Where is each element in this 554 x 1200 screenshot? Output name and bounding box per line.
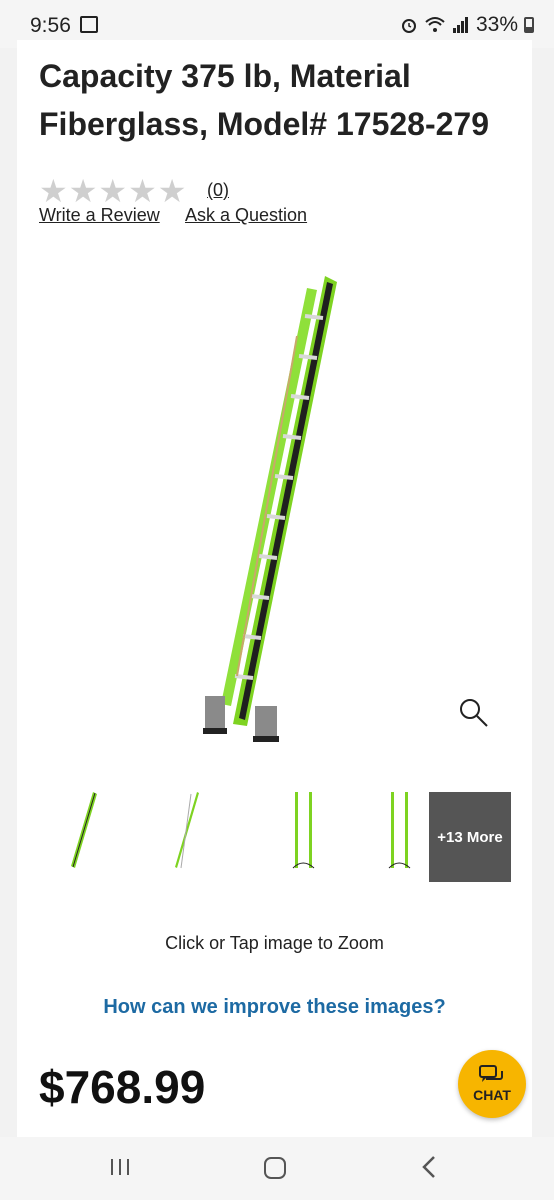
system-nav-bar <box>0 1137 554 1200</box>
status-time: 9:56 <box>30 14 71 37</box>
thumbnail-3[interactable] <box>265 788 345 882</box>
signal-icon <box>452 17 468 33</box>
wifi-icon <box>425 17 445 32</box>
ask-question-link[interactable]: Ask a Question <box>185 205 307 226</box>
chat-button[interactable]: CHAT <box>458 1050 526 1118</box>
zoom-hint: Click or Tap image to Zoom <box>165 933 384 953</box>
star-icon: ★ <box>39 173 68 209</box>
product-price: $768.99 <box>39 1061 206 1113</box>
chat-icon <box>479 1065 503 1082</box>
product-main-image[interactable] <box>177 276 377 746</box>
thumbnail-1[interactable] <box>57 788 137 882</box>
battery-icon <box>524 17 534 33</box>
star-icon: ★ <box>68 173 98 209</box>
chat-label: CHAT <box>473 1087 511 1103</box>
recent-apps-icon[interactable] <box>108 1157 132 1177</box>
product-title: Capacity 375 lb, Material Fiberglass, Mo… <box>39 58 489 142</box>
thumbnail-2[interactable] <box>161 788 241 882</box>
star-icon: ★ <box>98 173 128 209</box>
status-icons: 33% <box>400 13 534 37</box>
rating-stars[interactable]: ★ ★ ★ ★ ★ <box>39 173 187 209</box>
review-count[interactable]: (0) <box>207 180 229 201</box>
image-icon <box>80 16 98 33</box>
alarm-icon <box>401 19 416 33</box>
back-icon[interactable] <box>420 1155 440 1179</box>
zoom-icon[interactable] <box>457 696 489 728</box>
star-icon: ★ <box>157 173 187 209</box>
home-icon[interactable] <box>264 1157 286 1179</box>
write-review-link[interactable]: Write a Review <box>39 205 160 226</box>
improve-images-link[interactable]: How can we improve these images? <box>17 996 532 1019</box>
star-icon: ★ <box>128 173 157 209</box>
battery-percent: 33% <box>475 13 518 36</box>
thumbnail-strip: +13 More <box>17 788 532 882</box>
more-images-button[interactable]: +13 More <box>429 792 511 882</box>
product-page: Capacity 375 lb, Material Fiberglass, Mo… <box>17 40 532 1137</box>
